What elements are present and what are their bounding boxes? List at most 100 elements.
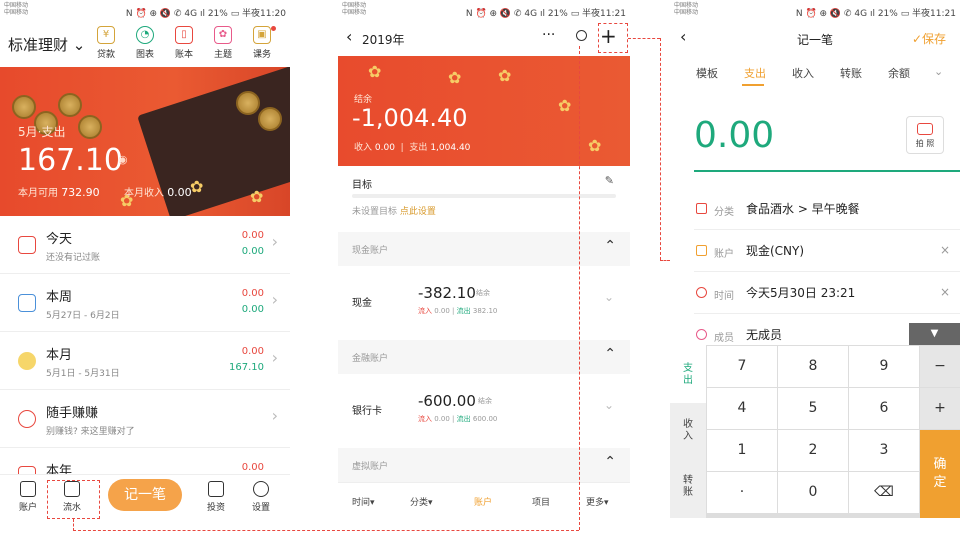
home-screen: 中国移动 中国移动 N ⏰ ⊕ 🔇 ✆ 4G ıl 21% ▭ 半夜11:20 … (0, 0, 290, 533)
category-field[interactable]: 分类 食品酒水 > 早午晚餐 (694, 188, 960, 230)
trend-icon (208, 481, 224, 497)
ledger-title[interactable]: 标准理财 ⌄ (8, 34, 85, 55)
backspace-icon[interactable]: ⌫ (849, 472, 919, 513)
key-7[interactable]: 7 (707, 346, 777, 387)
expense-value: 1,004.40 (430, 143, 471, 153)
key-dot[interactable]: · (707, 472, 777, 513)
connector-line (660, 260, 670, 261)
key-9[interactable]: 9 (849, 346, 919, 387)
goal-sub: 未设置目标 (352, 207, 398, 217)
flower-decoration: ✿ (498, 66, 512, 85)
collapse-keypad-button[interactable]: ▼ (909, 323, 960, 345)
chart-button[interactable]: ◔ 图表 (131, 26, 159, 60)
amount-underline (694, 170, 960, 172)
edit-icon[interactable]: ✎ (605, 174, 614, 187)
key-6[interactable]: 6 (849, 388, 919, 429)
expense-label: 支出 (409, 143, 428, 153)
row-title: 本月 (46, 348, 73, 363)
record-button[interactable]: 记一笔 (108, 479, 182, 511)
account-field[interactable]: 账户 现金(CNY) × (694, 230, 960, 272)
available-label: 本月可用 (18, 188, 58, 199)
tab-time[interactable]: 时间▾ (352, 495, 375, 508)
field-value: 现金(CNY) (746, 244, 805, 258)
tab-category[interactable]: 分类▾ (410, 495, 433, 508)
row-income: 167.10 (229, 362, 264, 373)
tab-account[interactable]: 账户 (474, 495, 492, 508)
chevron-right-icon: › (271, 348, 278, 367)
save-button[interactable]: ✓保存 (912, 30, 946, 47)
key-4[interactable]: 4 (707, 388, 777, 429)
goal-link[interactable]: 点此设置 (400, 207, 436, 217)
tab-income[interactable]: 收入 (792, 65, 814, 81)
row-sub: 5月1日 - 5月31日 (46, 369, 120, 379)
flower-decoration: ✿ (250, 187, 264, 206)
photo-button[interactable]: 拍 照 (906, 116, 944, 154)
connector-line (628, 38, 660, 39)
side-tab-transfer[interactable]: 转 账 (670, 461, 706, 518)
key-minus[interactable]: − (920, 346, 960, 387)
tab-expense[interactable]: 支出 (744, 65, 766, 81)
account-amount: -600.00 (418, 392, 476, 410)
time-field[interactable]: 时间 今天5月30日 23:21 × (694, 272, 960, 314)
side-tab-expense[interactable]: 支 出 (670, 345, 706, 403)
bottom-tab-bar: 账户 流水 记一笔 投资 设置 (0, 474, 290, 518)
ledger-button[interactable]: ▯ 账本 (170, 26, 198, 60)
account-badge: 结余 (478, 397, 492, 405)
chevron-down-icon[interactable]: ⌄ (934, 65, 943, 78)
chevron-down-icon: ⌄ (603, 290, 614, 304)
key-2[interactable]: 2 (778, 430, 848, 471)
search-icon[interactable] (576, 30, 587, 41)
balance-banner: ✿ ✿ ✿ ✿ ✿ 结余 -1,004.40 收入 0.00 | 支出 1,00… (338, 56, 630, 166)
tab-project[interactable]: 项目 (532, 495, 550, 508)
income-label: 本月收入 (124, 188, 164, 199)
clear-icon[interactable]: × (940, 285, 950, 299)
more-icon[interactable]: ··· (542, 27, 555, 43)
amount-display[interactable]: 0.00 (694, 115, 774, 156)
theme-button[interactable]: ✿ 主题 (209, 26, 237, 60)
tab-balance[interactable]: 余额 (888, 65, 910, 81)
account-bank[interactable]: 银行卡 -600.00 结余 流入 0.00 | 流出 600.00 ⌄ (338, 374, 630, 444)
section-finance[interactable]: 金融账户 ⌃ (338, 340, 630, 374)
list-item-month[interactable]: 本月 5月1日 - 5月31日 0.00 167.10 › (0, 332, 290, 390)
section-cash[interactable]: 现金账户 ⌃ (338, 232, 630, 266)
year-selector[interactable]: 2019年 (362, 31, 405, 48)
account-cash[interactable]: 现金 -382.10 结余 流入 0.00 | 流出 382.10 ⌄ (338, 266, 630, 336)
key-1[interactable]: 1 (707, 430, 777, 471)
section-title: 金融账户 (352, 354, 389, 364)
account-name: 现金 (352, 298, 372, 309)
earn-icon (18, 410, 36, 428)
list-item-today[interactable]: 今天 还没有记过账 0.00 0.00 › (0, 216, 290, 274)
loan-button[interactable]: ¥ 贷款 (92, 26, 120, 60)
key-0[interactable]: 0 (778, 472, 848, 513)
tab-invest[interactable]: 投资 (196, 481, 236, 513)
row-expense: 0.00 (241, 288, 264, 299)
status-bar: 中国移动 中国移动 N ⏰ ⊕ 🔇 ✆ 4G ıl 21% ▭ 半夜11:20 (0, 0, 290, 20)
back-icon[interactable]: ‹ (346, 27, 352, 46)
list-item-earn[interactable]: 随手赚赚 别赚钱? 来这里赚对了 › (0, 390, 290, 448)
flower-decoration: ✿ (448, 68, 462, 87)
key-8[interactable]: 8 (778, 346, 848, 387)
out-value: 382.10 (472, 307, 498, 315)
record-screen: 中国移动 中国移动 N ⏰ ⊕ 🔇 ✆ 4G ıl 21% ▭ 半夜11:21 … (670, 0, 960, 533)
row-sub: 5月27日 - 6月2日 (46, 311, 120, 321)
month-banner[interactable]: ✿ ✿ ✿ 5月·支出 167.10 ◉ 本月可用 732.90 本月收入 0.… (0, 67, 290, 216)
key-3[interactable]: 3 (849, 430, 919, 471)
tab-transfer[interactable]: 转账 (840, 65, 862, 81)
course-button[interactable]: ▣ 课务 (248, 26, 276, 60)
key-5[interactable]: 5 (778, 388, 848, 429)
row-expense: 0.00 (241, 230, 264, 241)
list-item-week[interactable]: 本周 5月27日 - 6月2日 0.00 0.00 › (0, 274, 290, 332)
section-virtual[interactable]: 虚拟账户 ⌃ (338, 448, 630, 482)
account-flow: 流入 0.00 | 流出 382.10 (418, 307, 498, 315)
key-plus[interactable]: + (920, 388, 960, 429)
tab-more[interactable]: 更多▾ (586, 495, 609, 508)
loan-label: 贷款 (96, 50, 115, 60)
confirm-button[interactable]: 确 定 (920, 430, 960, 518)
tab-template[interactable]: 模板 (696, 65, 718, 81)
clear-icon[interactable]: × (940, 243, 950, 257)
account-amount: -382.10 (418, 284, 476, 302)
side-tab-income[interactable]: 收 入 (670, 403, 706, 461)
eye-icon[interactable]: ◉ (118, 153, 128, 166)
tab-settings[interactable]: 设置 (241, 481, 281, 513)
tab-account[interactable]: 账户 (8, 481, 48, 513)
